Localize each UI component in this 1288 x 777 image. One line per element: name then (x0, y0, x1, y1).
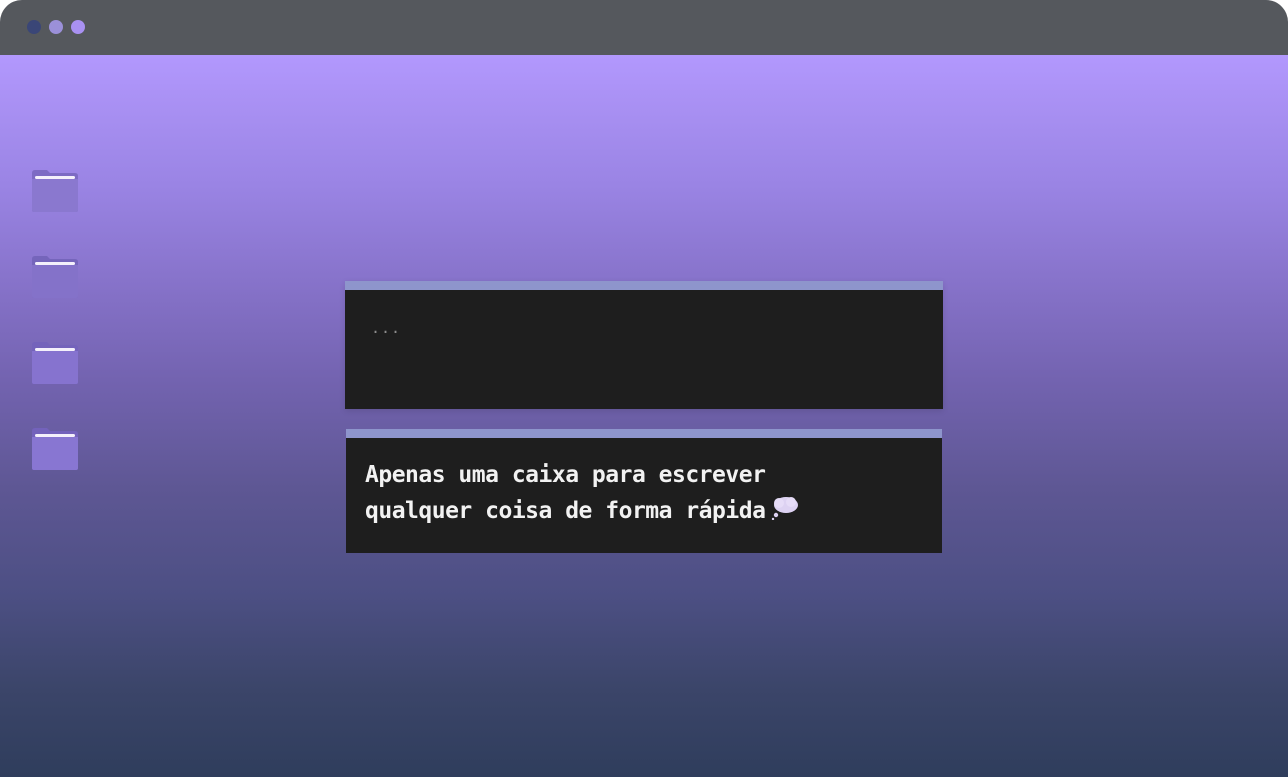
folder-icon[interactable] (31, 169, 79, 213)
note-input-box[interactable]: ... (345, 281, 943, 409)
note-card-text: Apenas uma caixa para escrever qualquer … (365, 457, 925, 531)
desktop: ... Apenas uma caixa para escrever qualq… (0, 55, 1288, 777)
app-window: ... Apenas uma caixa para escrever qualq… (0, 0, 1288, 777)
note-card-header-bar (346, 429, 942, 438)
folder-icon[interactable] (31, 255, 79, 299)
note-line-2: qualquer coisa de forma rápida (365, 498, 766, 524)
note-input-header-bar (345, 281, 943, 290)
thought-bubble-icon (771, 495, 799, 531)
title-bar (0, 0, 1288, 55)
maximize-button[interactable] (71, 20, 85, 34)
note-input-placeholder: ... (371, 319, 402, 337)
note-line-1: Apenas uma caixa para escrever (365, 462, 766, 488)
close-button[interactable] (27, 20, 41, 34)
folder-icon[interactable] (31, 427, 79, 471)
folder-icon[interactable] (31, 341, 79, 385)
minimize-button[interactable] (49, 20, 63, 34)
note-card[interactable]: Apenas uma caixa para escrever qualquer … (346, 429, 942, 553)
